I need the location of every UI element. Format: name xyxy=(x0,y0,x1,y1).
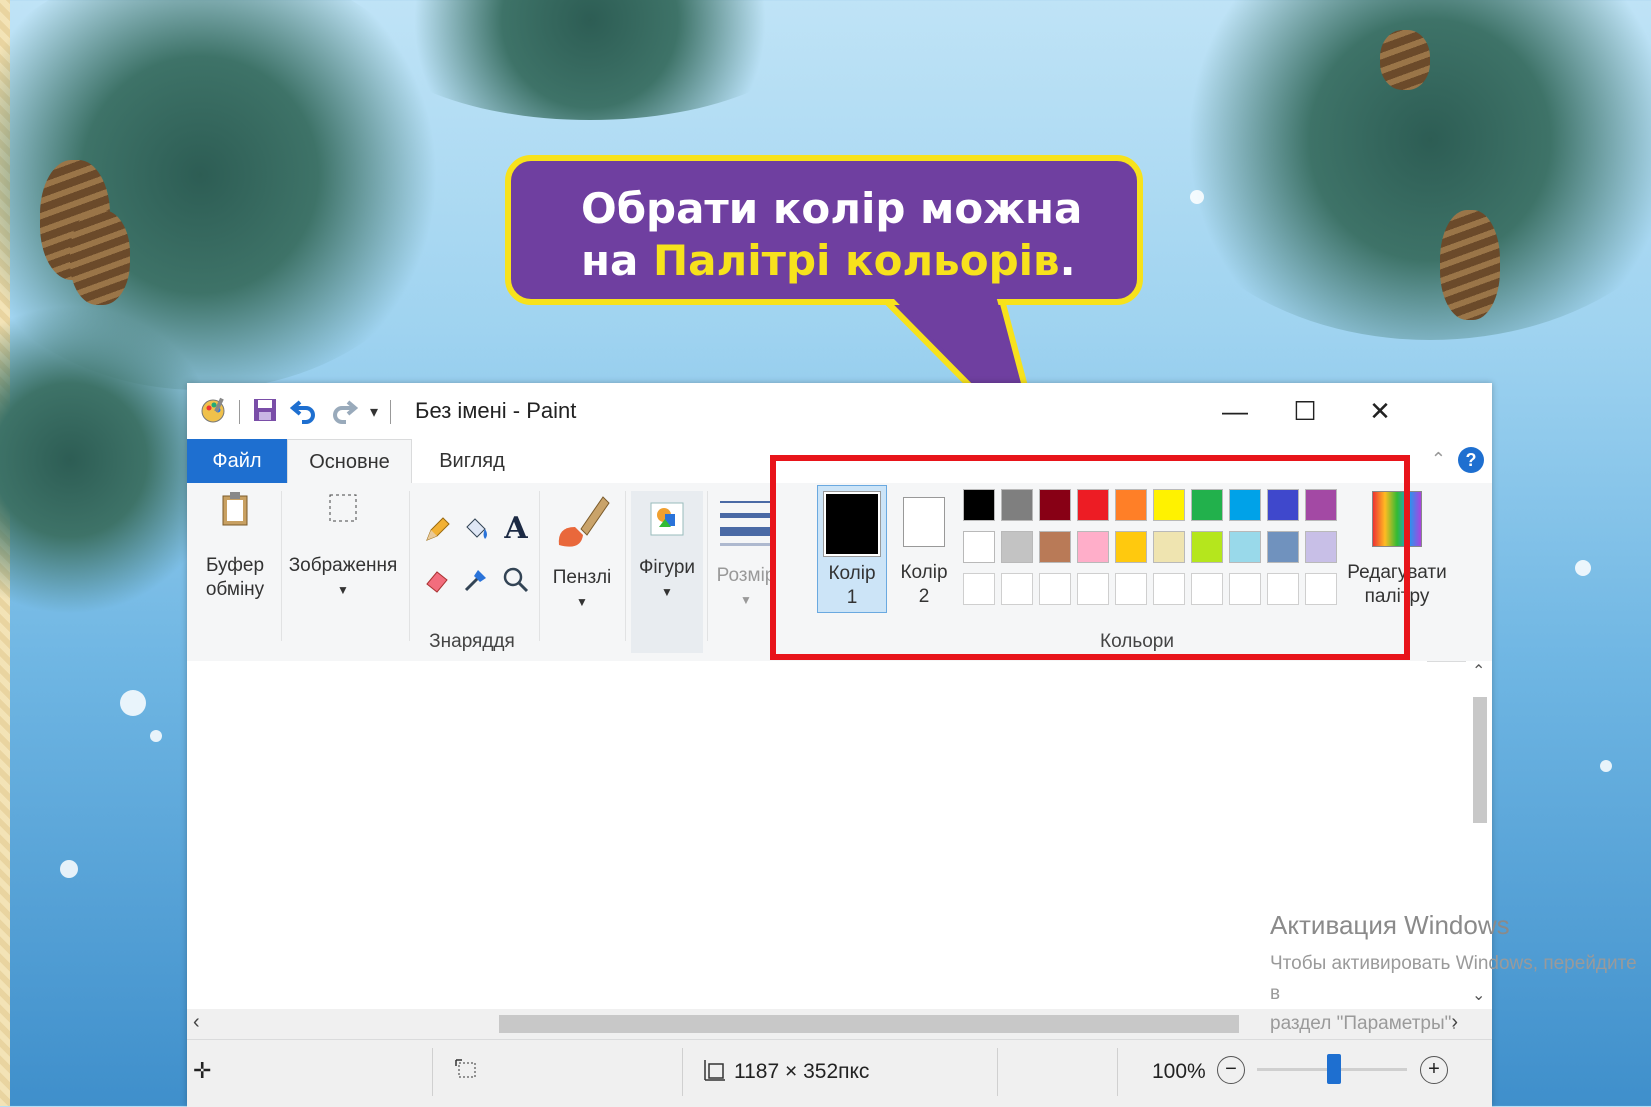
callout-highlight: Палітрі кольорів xyxy=(652,236,1060,285)
clipboard-button[interactable]: Буфер обміну xyxy=(195,491,275,602)
group-divider xyxy=(625,491,626,641)
image-size-text: 1187 × 352пкс xyxy=(734,1060,870,1083)
paint-app-icon[interactable] xyxy=(199,396,227,429)
status-separator xyxy=(432,1048,433,1096)
qat-separator xyxy=(239,400,240,424)
activation-line2: раздел "Параметры". xyxy=(1270,1013,1457,1034)
group-divider xyxy=(539,491,540,641)
maximize-button[interactable]: ☐ xyxy=(1277,391,1333,431)
close-button[interactable]: ✕ xyxy=(1352,391,1408,431)
tab-file[interactable]: Файл xyxy=(187,439,287,483)
windows-activation-watermark: Активация Windows Чтобы активировать Win… xyxy=(1270,910,1651,1039)
collapse-ribbon-icon[interactable]: ⌃ xyxy=(1431,449,1446,470)
zoom-level: 100% xyxy=(1152,1060,1206,1083)
chevron-down-icon: ▼ xyxy=(661,585,673,599)
callout-bubble: Обрати колір можна на Палітрі кольорів. xyxy=(505,155,1143,305)
callout-text-line2-prefix: на xyxy=(581,236,653,285)
activation-line1: Чтобы активировать Windows, перейдите в xyxy=(1270,953,1637,1004)
window-title: Без імені - Paint xyxy=(415,398,577,423)
status-separator xyxy=(682,1048,683,1096)
quick-access-toolbar: ▾ xyxy=(199,396,392,429)
brushes-label: Пензлі xyxy=(552,567,612,588)
minimize-button[interactable]: — xyxy=(1207,391,1263,431)
tab-home[interactable]: Основне xyxy=(287,439,412,483)
clipboard-label-line1: Буфер xyxy=(205,555,265,576)
image-size-icon xyxy=(703,1058,727,1088)
image-label: Зображення xyxy=(288,555,398,576)
title-bar: ▾ Без імені - Paint — ☐ ✕ xyxy=(187,383,1492,439)
highlight-frame xyxy=(770,455,1410,660)
zoom-out-button[interactable]: − xyxy=(1217,1056,1245,1084)
callout-text-line2-suffix: . xyxy=(1059,236,1076,285)
drawing-canvas[interactable] xyxy=(187,661,1427,1009)
group-divider xyxy=(707,491,708,641)
save-icon[interactable] xyxy=(252,397,278,428)
shapes-icon xyxy=(631,491,703,546)
pencil-icon[interactable] xyxy=(420,513,454,547)
group-divider xyxy=(409,491,410,641)
status-separator xyxy=(1117,1048,1118,1096)
callout-text-line1: Обрати колір можна xyxy=(581,184,1083,233)
tab-view[interactable]: Вигляд xyxy=(422,439,522,483)
undo-icon[interactable] xyxy=(289,396,318,429)
brushes-button[interactable]: Пензлі ▼ xyxy=(542,491,622,614)
scroll-up-icon[interactable]: ⌃ xyxy=(1472,661,1485,681)
text-tool-icon[interactable]: A xyxy=(499,511,533,546)
activation-title: Активация Windows xyxy=(1270,910,1510,940)
chevron-down-icon: ▼ xyxy=(576,595,588,609)
eraser-icon[interactable] xyxy=(420,563,454,597)
status-bar: ✛ 1187 × 352пкс 100% − + xyxy=(187,1039,1492,1107)
zoom-in-button[interactable]: + xyxy=(1420,1056,1448,1084)
select-icon xyxy=(284,491,402,532)
selection-size-icon xyxy=(454,1058,478,1088)
scroll-left-icon[interactable]: ‹ xyxy=(193,1011,200,1034)
clipboard-icon xyxy=(195,491,275,534)
qat-separator xyxy=(390,400,392,424)
magnifier-icon[interactable] xyxy=(499,563,533,597)
fill-bucket-icon[interactable] xyxy=(459,511,493,545)
status-separator xyxy=(997,1048,998,1096)
horizontal-scroll-thumb[interactable] xyxy=(499,1015,1239,1033)
zoom-slider[interactable] xyxy=(1257,1054,1407,1084)
vertical-scroll-thumb[interactable] xyxy=(1473,697,1487,823)
shapes-button[interactable]: Фігури ▼ xyxy=(631,491,703,653)
zoom-slider-thumb[interactable] xyxy=(1327,1054,1341,1084)
brush-icon xyxy=(542,491,622,560)
help-icon[interactable]: ? xyxy=(1458,447,1484,473)
shapes-label: Фігури xyxy=(638,557,696,578)
cursor-position-icon: ✛ xyxy=(193,1058,212,1083)
customize-qat-icon[interactable]: ▾ xyxy=(370,402,378,422)
clipboard-label-line2: обміну xyxy=(205,579,265,600)
chevron-down-icon: ▼ xyxy=(337,583,349,597)
tools-group-label: Знаряддя xyxy=(429,631,515,652)
group-divider xyxy=(281,491,282,641)
color-picker-icon[interactable] xyxy=(459,563,493,597)
image-button[interactable]: Зображення ▼ xyxy=(284,491,402,602)
redo-icon[interactable] xyxy=(330,396,359,429)
